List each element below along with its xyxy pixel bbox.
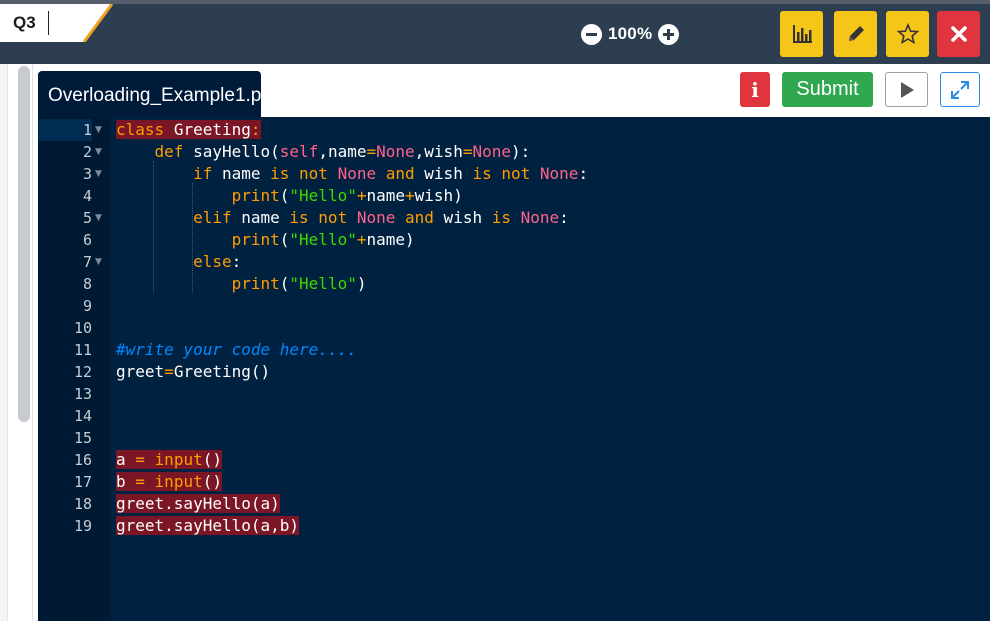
fullscreen-button[interactable] <box>940 72 980 107</box>
expand-icon <box>951 80 969 99</box>
code-line: 5 ▼ elif name is not None and wish is No… <box>38 207 990 229</box>
line-number: 19 <box>73 517 92 535</box>
line-number: 18 <box>73 495 92 513</box>
line-number: 16 <box>73 451 92 469</box>
submit-button[interactable]: Submit <box>782 72 873 107</box>
code-text: greet.sayHello(a,b) <box>116 516 300 535</box>
code-line: 1 ▼ class Greeting: <box>38 119 990 141</box>
code-line: 17 b = input() <box>38 471 990 493</box>
code-text: a = input() <box>116 450 222 469</box>
line-number: 12 <box>73 363 92 381</box>
info-icon: i <box>751 77 759 102</box>
left-scrollbar[interactable] <box>18 66 30 422</box>
line-number: 17 <box>73 473 92 491</box>
pencil-icon <box>848 26 864 41</box>
code-line: 13 <box>38 383 990 405</box>
play-icon <box>900 81 914 98</box>
fold-arrow-icon[interactable]: ▼ <box>95 148 102 157</box>
code-line: 9 <box>38 295 990 317</box>
code-text: class Greeting: <box>116 120 261 139</box>
line-number: 5 <box>82 209 92 227</box>
line-number: 14 <box>73 407 92 425</box>
code-comment: #write your code here.... <box>116 340 357 359</box>
code-line: 7 ▼ else: <box>38 251 990 273</box>
submit-label: Submit <box>796 78 859 100</box>
fold-arrow-icon[interactable]: ▼ <box>95 258 102 267</box>
stats-button[interactable] <box>780 11 823 57</box>
code-line: 8 print("Hello") <box>38 273 990 295</box>
question-label: Q3 <box>13 13 36 32</box>
edit-button[interactable] <box>834 11 877 57</box>
line-number: 1 <box>38 119 92 141</box>
left-panel-edge <box>0 64 8 621</box>
line-number: 6 <box>82 231 92 249</box>
line-number: 7 <box>82 253 92 271</box>
fold-arrow-icon[interactable]: ▼ <box>95 214 102 223</box>
code-line: 19 greet.sayHello(a,b) <box>38 515 990 537</box>
fold-arrow-icon[interactable]: ▼ <box>95 126 102 135</box>
code-line: 15 <box>38 427 990 449</box>
code-line: 10 <box>38 317 990 339</box>
line-number: 13 <box>73 385 92 403</box>
text-cursor <box>48 11 49 35</box>
line-number: 3 <box>82 165 92 183</box>
zoom-out-button[interactable] <box>581 23 602 45</box>
star-icon <box>896 23 919 45</box>
code-text: print("Hello"+name) <box>231 230 415 249</box>
code-editor[interactable]: 1 ▼ class Greeting: 2 ▼ def sayHello(sel… <box>38 117 990 621</box>
code-line: 12 greet=Greeting() <box>38 361 990 383</box>
close-icon <box>950 26 967 42</box>
line-number: 11 <box>73 341 92 359</box>
code-text: else: <box>193 252 242 271</box>
code-text: print("Hello"+name+wish) <box>231 186 463 205</box>
code-line: 3 ▼ if name is not None and wish is not … <box>38 163 990 185</box>
line-number: 2 <box>82 143 92 161</box>
line-number: 4 <box>82 187 92 205</box>
code-line: 6 print("Hello"+name) <box>38 229 990 251</box>
line-number: 10 <box>73 319 92 337</box>
code-line: 18 greet.sayHello(a) <box>38 493 990 515</box>
file-name: Overloading_Example1.py <box>48 85 271 106</box>
line-number: 9 <box>82 297 92 315</box>
question-tab[interactable]: Q3 <box>0 4 114 42</box>
line-number: 15 <box>73 429 92 447</box>
code-line: 11 #write your code here.... <box>38 339 990 361</box>
code-text: if name is not None and wish is not None… <box>193 164 589 183</box>
left-panel <box>0 64 33 621</box>
bookmark-button[interactable] <box>886 11 929 57</box>
code-line: 2 ▼ def sayHello(self,name=None,wish=Non… <box>38 141 990 163</box>
top-rim <box>0 0 990 4</box>
code-line: 16 a = input() <box>38 449 990 471</box>
zoom-in-button[interactable] <box>658 23 680 45</box>
bar-chart-icon <box>792 25 812 43</box>
run-button[interactable] <box>885 72 928 107</box>
info-button[interactable]: i <box>740 72 770 107</box>
close-button[interactable] <box>937 11 980 57</box>
code-line: 4 print("Hello"+name+wish) <box>38 185 990 207</box>
zoom-control: 100% <box>581 22 680 46</box>
code-text: def sayHello(self,name=None,wish=None): <box>154 142 531 161</box>
top-bar: Q3 100% <box>0 0 990 64</box>
file-tab[interactable]: Overloading_Example1.py <box>38 71 271 117</box>
code-text: greet=Greeting() <box>116 362 271 381</box>
code-line: 14 <box>38 405 990 427</box>
code-text: greet.sayHello(a) <box>116 494 280 513</box>
code-text: b = input() <box>116 472 222 491</box>
fold-arrow-icon[interactable]: ▼ <box>95 170 102 179</box>
code-text: elif name is not None and wish is None: <box>193 208 569 227</box>
zoom-level: 100% <box>608 24 653 43</box>
line-number: 8 <box>82 275 92 293</box>
code-text: print("Hello") <box>231 274 367 293</box>
